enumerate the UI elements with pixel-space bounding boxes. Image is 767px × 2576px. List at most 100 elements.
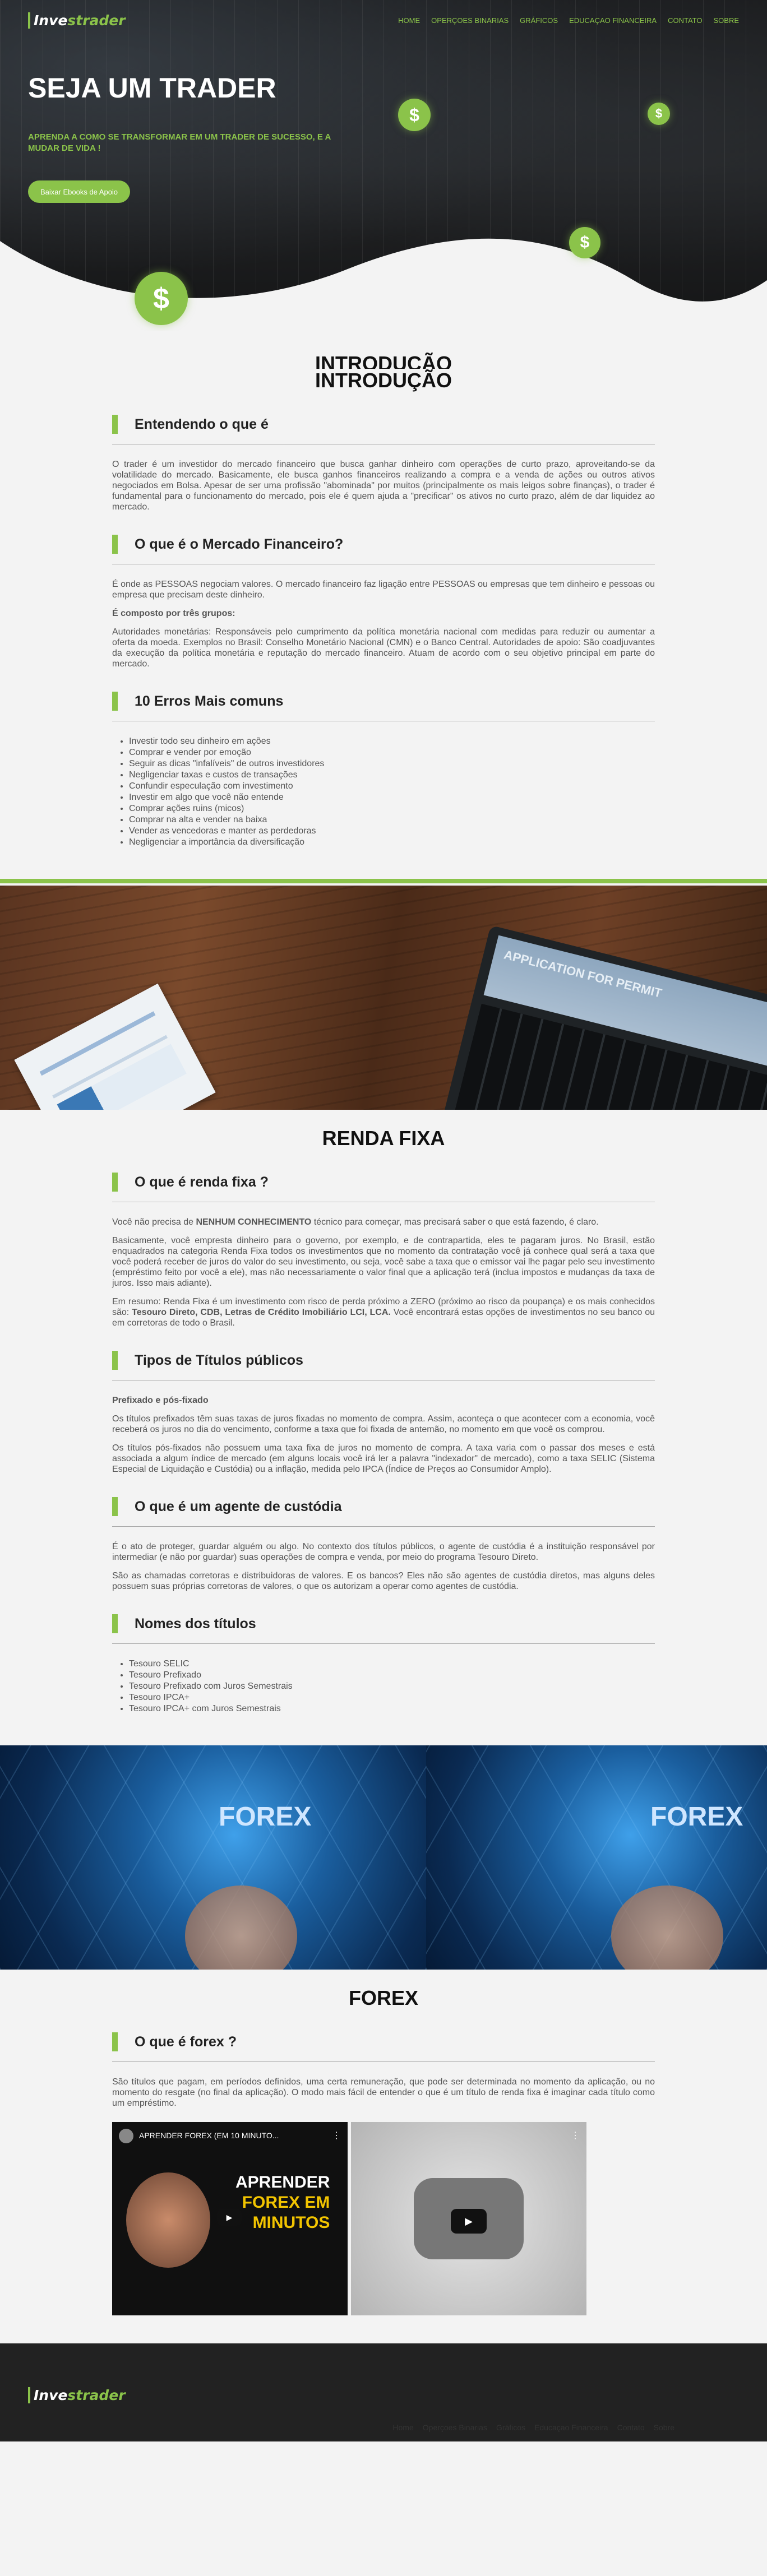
download-ebooks-button[interactable]: Baixar Ebooks de Apoio (28, 180, 131, 203)
forex-heading: O que é forex ? (112, 2032, 655, 2051)
entendendo-text: O trader é um investidor do mercado fina… (112, 460, 655, 512)
tipos-paragraph-2: Os títulos pós-fixados não possuem uma t… (112, 1443, 655, 1474)
renda-fixa-section: RENDA FIXA O que é renda fixa ? Você não… (112, 1110, 655, 1715)
dollar-coin-icon: $ (398, 99, 431, 131)
list-item: Comprar na alta e vender na baixa (129, 814, 655, 826)
dollar-coin-icon: $ (569, 227, 600, 258)
video-row: APRENDER FOREX (EM 10 MINUTO... ⋮ APREND… (112, 2122, 655, 2315)
forex-banner-tile: FOREX (426, 1745, 767, 1970)
grupos-title: É composto por três grupos: (112, 609, 235, 618)
nav-menu: HOME OPERÇOES BINARIAS GRÁFICOS EDUCAÇAO… (398, 16, 739, 25)
footer-link-sobre[interactable]: Sobre (654, 2423, 674, 2432)
hero-wave-divider (0, 238, 767, 331)
thumb-line: APRENDER (235, 2173, 330, 2192)
logo-text-right: strader (67, 12, 126, 29)
list-item: Tesouro Prefixado com Juros Semestrais (129, 1681, 655, 1692)
list-item: Tesouro IPCA+ com Juros Semestrais (129, 1703, 655, 1715)
forex-banner-tile: FOREX (0, 1745, 426, 1970)
forex-banner-image: FOREX FOREX (0, 1745, 767, 1970)
list-item: Negligenciar a importância da diversific… (129, 837, 655, 848)
list-item: Seguir as dicas "infalíveis" de outros i… (129, 758, 655, 770)
footer-link-educacao-financeira[interactable]: Educaçao Financeira (534, 2423, 608, 2432)
footer-menu: Home Operçoes Binarias Gráficos Educaçao… (392, 2423, 674, 2432)
footer: Investrader Home Operçoes Binarias Gráfi… (0, 2343, 767, 2441)
tipos-heading: Tipos de Títulos públicos (112, 1351, 655, 1370)
agente-paragraph-2: São as chamadas corretoras e distribuido… (112, 1571, 655, 1591)
list-item: Negligenciar taxas e custos de transaçõe… (129, 770, 655, 781)
more-options-icon[interactable]: ⋮ (571, 2130, 580, 2141)
footer-link-operacoes-binarias[interactable]: Operçoes Binarias (423, 2423, 487, 2432)
renda-paragraph-3: Em resumo: Renda Fixa é um investimento … (112, 1296, 655, 1328)
nomes-heading: Nomes dos títulos (112, 1614, 655, 1633)
footer-link-home[interactable]: Home (392, 2423, 413, 2432)
laptop-banner-image: APPLICATION FOR PERMIT (0, 886, 767, 1110)
mercado-text: É onde as PESSOAS negociam valores. O me… (112, 580, 655, 600)
video-thumbnail-text: APRENDER FOREX EM MINUTOS (235, 2172, 330, 2233)
youtube-video-forex[interactable]: APRENDER FOREX (EM 10 MINUTO... ⋮ APREND… (112, 2122, 348, 2315)
list-item: Investir todo seu dinheiro em ações (129, 736, 655, 747)
nav-item-home[interactable]: HOME (398, 16, 420, 25)
mercado-heading: O que é o Mercado Financeiro? (112, 535, 655, 554)
video-title: APRENDER FOREX (EM 10 MINUTO... (139, 2131, 279, 2140)
entendendo-heading: Entendendo o que é (112, 415, 655, 434)
forex-text: São títulos que pagam, em períodos defin… (112, 2077, 655, 2108)
logo-text-left: Inve (34, 12, 68, 29)
intro-title: INTRODUÇÃO (315, 369, 452, 392)
channel-avatar (119, 2129, 133, 2143)
thumb-line: FOREX EM (242, 2193, 330, 2212)
youtube-video-placeholder[interactable]: ⋮ ▶ (351, 2122, 586, 2315)
text-bold: Tesouro Direto, CDB, Letras de Crédito I… (132, 1308, 391, 1317)
list-item: Tesouro Prefixado (129, 1670, 655, 1681)
renda-fixa-title: RENDA FIXA (322, 1127, 445, 1150)
list-item: Comprar ações ruins (micos) (129, 803, 655, 814)
erros-heading: 10 Erros Mais comuns (112, 692, 655, 711)
accent-divider (0, 879, 767, 883)
footer-link-graficos[interactable]: Gráficos (496, 2423, 525, 2432)
list-item: Vender as vencedoras e manter as perdedo… (129, 826, 655, 837)
list-item: Tesouro IPCA+ (129, 1692, 655, 1703)
nav-item-sobre[interactable]: SOBRE (713, 16, 739, 25)
forex-banner-label: FOREX (219, 1802, 312, 1832)
hero-subtitle: APRENDA A COMO SE TRANSFORMAR EM UM TRAD… (28, 132, 331, 153)
intro-title-shadow: INTRODUÇÃO (315, 352, 452, 369)
agente-paragraph-1: É o ato de proteger, guardar alguém ou a… (112, 1542, 655, 1562)
thumb-line: MINUTOS (252, 2213, 330, 2232)
erros-list: Investir todo seu dinheiro em ações Comp… (112, 736, 655, 848)
divider (112, 1643, 655, 1644)
top-nav: Investrader HOME OPERÇOES BINARIAS GRÁFI… (0, 0, 767, 40)
agente-heading: O que é um agente de custódia (112, 1497, 655, 1516)
tipos-subheading: Prefixado e pós-fixado (112, 1396, 209, 1405)
nav-item-contato[interactable]: CONTATO (668, 16, 702, 25)
dollar-coin-icon: $ (135, 272, 188, 325)
logo-text-right: strader (67, 2387, 126, 2403)
text-span: técnico para começar, mas precisará sabe… (311, 1217, 599, 1227)
renda-paragraph-2: Basicamente, você empresta dinheiro para… (112, 1236, 655, 1288)
list-item: Investir em algo que você não entende (129, 792, 655, 803)
more-options-icon[interactable]: ⋮ (332, 2130, 341, 2141)
text-bold: NENHUM CONHECIMENTO (196, 1217, 312, 1227)
list-item: Comprar e vender por emoção (129, 747, 655, 758)
hero: Investrader HOME OPERÇOES BINARIAS GRÁFI… (0, 0, 767, 331)
presenter-image (126, 2172, 210, 2268)
nav-item-educacao-financeira[interactable]: EDUCAÇAO FINANCEIRA (569, 16, 657, 25)
divider (112, 2061, 655, 2062)
nav-item-operacoes-binarias[interactable]: OPERÇOES BINARIAS (431, 16, 509, 25)
forex-banner-label: FOREX (650, 1802, 743, 1832)
footer-logo[interactable]: Investrader (28, 2387, 126, 2403)
text-span: Você não precisa de (112, 1217, 196, 1227)
list-item: Tesouro SELIC (129, 1658, 655, 1670)
logo-text-left: Inve (34, 2387, 68, 2403)
nomes-list: Tesouro SELIC Tesouro Prefixado Tesouro … (112, 1658, 655, 1715)
play-button-icon[interactable]: ▶ (451, 2209, 487, 2234)
list-item: Confundir especulação com investimento (129, 781, 655, 792)
tipos-paragraph-1: Os títulos prefixados têm suas taxas de … (112, 1414, 655, 1434)
intro-section: INTRODUÇÃO INTRODUÇÃO Entendendo o que é… (112, 331, 655, 848)
divider (112, 1526, 655, 1527)
footer-link-contato[interactable]: Contato (617, 2423, 645, 2432)
grupos-text: Autoridades monetárias: Responsáveis pel… (112, 627, 655, 669)
site-logo[interactable]: Investrader (28, 12, 126, 29)
nav-item-graficos[interactable]: GRÁFICOS (520, 16, 558, 25)
forex-section: FOREX O que é forex ? São títulos que pa… (112, 1970, 655, 2315)
forex-title: FOREX (348, 1986, 418, 2009)
play-button-icon[interactable]: ▶ (217, 2209, 242, 2226)
